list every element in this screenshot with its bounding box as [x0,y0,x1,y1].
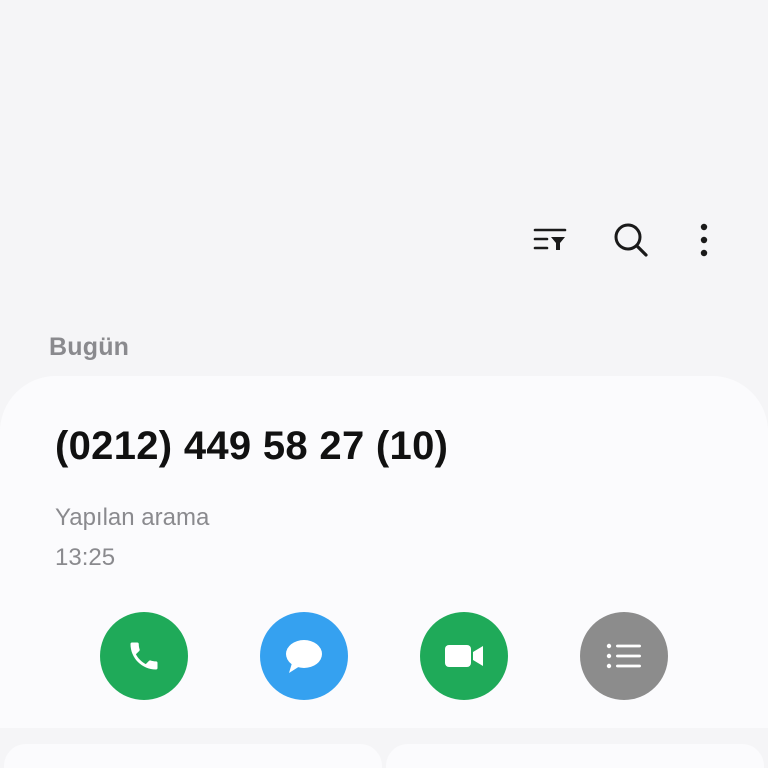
video-camera-icon [445,645,483,667]
details-button[interactable] [580,612,668,700]
list-icon [606,643,641,669]
phone-icon [130,642,158,670]
next-entry-card-right[interactable] [386,744,764,768]
more-options-button[interactable] [678,214,730,266]
filter-list-icon [533,228,567,250]
call-time-label: 13:25 [55,544,116,571]
next-entry-card-left[interactable] [4,744,382,768]
more-vert-icon [700,223,708,257]
message-bubble-icon [286,640,322,673]
search-icon [614,223,648,257]
video-call-button[interactable] [420,612,508,700]
caller-number: (0212) 449 58 27 (10) [55,424,449,468]
message-button[interactable] [260,612,348,700]
search-button[interactable] [605,214,657,266]
section-header-today: Bugün [49,333,130,361]
call-log-screen: Bugün (0212) 449 58 27 (10) Yapılan aram… [0,0,768,768]
call-type-label: Yapılan arama [55,504,210,531]
top-toolbar [0,214,768,266]
call-button[interactable] [100,612,188,700]
filter-button[interactable] [524,214,576,266]
